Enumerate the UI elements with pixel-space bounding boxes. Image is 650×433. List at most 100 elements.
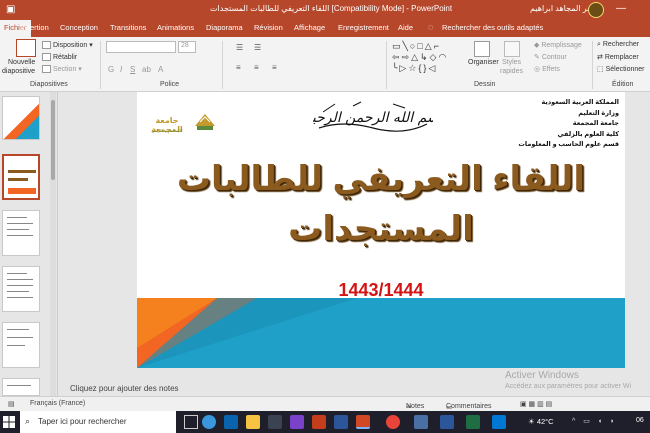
view-buttons[interactable]: ▣ ▦ ▥ ▤ <box>520 400 552 408</box>
windows-taskbar: ⌕ Taper ici pour rechercher ☀ 42°C ^ ▭ ◖… <box>0 411 650 433</box>
slide-canvas[interactable]: المملكة العربية السعودية وزارة التعليم ج… <box>137 92 625 368</box>
thumbnail-scrollbar[interactable] <box>50 92 56 396</box>
user-avatar[interactable] <box>588 2 604 18</box>
replace-icon: ⇄ <box>597 54 603 61</box>
new-slide-icon[interactable] <box>16 39 36 57</box>
app-icon[interactable] <box>290 415 304 429</box>
notes-placeholder[interactable]: Cliquez pour ajouter des notes <box>70 384 179 393</box>
align-right-icon[interactable]: ≡ <box>272 63 277 72</box>
tab-insertion[interactable]: Insertion <box>20 23 49 32</box>
align-left-icon[interactable]: ≡ <box>236 63 241 72</box>
strikethrough-button[interactable]: ab <box>142 65 151 74</box>
thumbnail-2[interactable] <box>2 154 40 200</box>
save-icon[interactable]: ▣ <box>6 4 20 16</box>
edge-icon[interactable] <box>202 415 216 429</box>
arrange-icon[interactable] <box>474 41 490 57</box>
system-tray[interactable]: ^ ▭ ◖ ◗ <box>572 417 617 425</box>
weather-widget[interactable]: ☀ 42°C <box>528 417 554 426</box>
outline-label: Contour <box>541 54 567 61</box>
spellcheck-icon[interactable]: ▤ <box>8 400 15 408</box>
search-icon: ⌕ <box>597 41 601 48</box>
new-slide-label[interactable]: Nouvelle <box>8 59 35 66</box>
bold-button[interactable]: G <box>108 65 114 74</box>
app-icon[interactable] <box>492 415 506 429</box>
group-diapositives: Diapositives <box>30 81 68 88</box>
word-icon[interactable] <box>440 415 454 429</box>
shapes-gallery[interactable]: ▭╲○□△⌐ ⇦⇨△↳◇◠ ╰▷☆{}◁ <box>392 41 462 77</box>
outlook-icon[interactable] <box>224 415 238 429</box>
group-police: Police <box>160 81 180 88</box>
tab-aide[interactable]: Aide <box>398 23 413 32</box>
task-view-icon[interactable] <box>184 415 198 429</box>
layout-button[interactable]: Disposition ▾ <box>42 41 93 50</box>
shape-outline-button[interactable]: ✎ Contour <box>534 53 567 61</box>
info-line: قسم علوم الحاسب و المعلومات <box>518 141 619 148</box>
find-button[interactable]: ⌕ Rechercher <box>597 41 639 49</box>
tab-diaporama[interactable]: Diaporama <box>206 23 243 32</box>
powerpoint-icon[interactable] <box>356 415 370 429</box>
app-icon[interactable] <box>466 415 480 429</box>
group-dessin: Dessin <box>474 81 496 88</box>
store-icon[interactable] <box>268 415 282 429</box>
shape-fill-button[interactable]: ◆ Remplissage <box>534 41 582 49</box>
quick-styles-icon[interactable] <box>504 41 520 57</box>
italic-button[interactable]: I <box>120 65 122 74</box>
font-color-button[interactable]: A <box>158 65 163 74</box>
divider <box>100 41 101 89</box>
tell-me-search[interactable]: Rechercher des outils adaptés <box>442 23 543 32</box>
underline-button[interactable]: S <box>130 65 135 74</box>
layout-label: Disposition <box>53 42 88 49</box>
select-button[interactable]: ⬚ Sélectionner <box>597 65 645 73</box>
thumbnail-1[interactable] <box>2 96 40 140</box>
tab-revision[interactable]: Révision <box>254 23 283 32</box>
arrange-button[interactable]: Organiser <box>468 59 499 66</box>
section-icon <box>42 65 51 74</box>
new-slide-label-2[interactable]: diapositive <box>2 68 35 75</box>
clock[interactable]: 06 <box>636 417 644 424</box>
word-icon[interactable] <box>334 415 348 429</box>
font-name-combo[interactable] <box>106 41 176 53</box>
minimize-icon[interactable]: — <box>616 3 626 14</box>
slide-title[interactable]: اللقاء التعريفي للطالبات المستجدات <box>137 154 625 254</box>
outline-icon: ✎ <box>534 54 540 61</box>
tab-animations[interactable]: Animations <box>157 23 194 32</box>
tab-transitions[interactable]: Transitions <box>110 23 146 32</box>
tab-enregistrement[interactable]: Enregistrement <box>338 23 389 32</box>
section-button[interactable]: Section ▾ <box>42 65 82 74</box>
divider <box>222 41 223 89</box>
title-line-1: اللقاء التعريفي للطالبات <box>176 160 586 198</box>
temperature: 42°C <box>536 417 554 426</box>
chrome-icon[interactable] <box>386 415 400 429</box>
title-bar: ▣ اللقاء التعريفي للطالبات المستجدات [Co… <box>0 0 650 20</box>
shape-effects-button[interactable]: ◎ Effets <box>534 65 560 73</box>
scrollbar-thumb[interactable] <box>51 100 55 180</box>
taskbar-search[interactable]: ⌕ Taper ici pour rechercher <box>20 411 176 433</box>
notes-label: Notes <box>406 403 425 410</box>
info-line: وزارة التعليم <box>578 109 619 117</box>
group-edition: Édition <box>612 81 634 88</box>
reset-button[interactable]: Rétablir <box>42 53 77 61</box>
reset-icon <box>42 53 51 61</box>
tab-conception[interactable]: Conception <box>60 23 98 32</box>
bullets-icon[interactable]: ☰ <box>236 43 243 52</box>
file-explorer-icon[interactable] <box>246 415 260 429</box>
info-line: المملكة العربية السعودية <box>541 99 619 106</box>
thumbnail-4[interactable] <box>2 266 40 312</box>
fill-icon: ◆ <box>534 42 540 49</box>
thumbnail-6[interactable] <box>2 378 40 396</box>
header-info-block[interactable]: المملكة العربية السعودية وزارة التعليم ج… <box>518 98 619 151</box>
thumbnail-5[interactable] <box>2 322 40 368</box>
app-icon[interactable] <box>414 415 428 429</box>
tab-affichage[interactable]: Affichage <box>294 23 325 32</box>
quick-styles-label-2: rapides <box>500 68 523 75</box>
align-center-icon[interactable]: ≡ <box>254 63 259 72</box>
language-indicator[interactable]: Français (France) <box>30 400 85 407</box>
thumbnail-3[interactable] <box>2 210 40 256</box>
basmala-text: بسم الله الرحمن الرحيم <box>313 110 433 126</box>
replace-button[interactable]: ⇄ Remplacer <box>597 53 639 61</box>
windows-start-icon[interactable] <box>3 416 15 428</box>
font-size-combo[interactable]: 28 <box>178 41 196 53</box>
quick-styles-button[interactable]: Styles <box>502 59 521 66</box>
numbering-icon[interactable]: ☰ <box>254 43 261 52</box>
app-icon[interactable] <box>312 415 326 429</box>
